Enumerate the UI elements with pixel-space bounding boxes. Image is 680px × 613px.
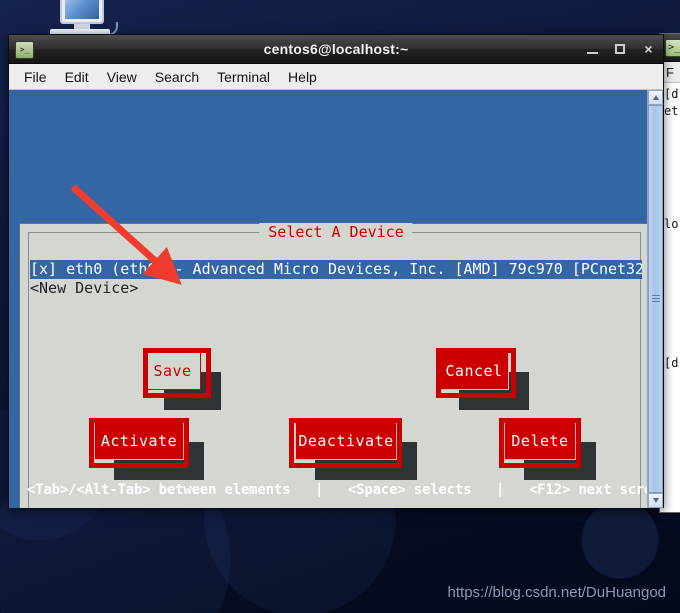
device-list-item-eth0[interactable]: [x] eth0 (eth0) - Advanced Micro Devices… <box>30 260 642 279</box>
bg-line: lo <box>664 217 679 231</box>
scroll-down-arrow-icon[interactable] <box>648 493 663 508</box>
bg-line: [d <box>664 87 679 101</box>
menu-view[interactable]: View <box>98 67 146 87</box>
scrollbar-grip-icon <box>652 295 660 303</box>
deactivate-button[interactable]: Deactivate <box>295 422 397 460</box>
scroll-up-arrow-icon[interactable] <box>648 90 663 105</box>
monitor-screen <box>65 0 99 19</box>
scrollbar-thumb[interactable] <box>648 105 663 493</box>
delete-button[interactable]: Delete <box>504 422 576 460</box>
desktop-background: >_ F [d etlo[d centos6@localhost:~ × Fil… <box>0 0 680 613</box>
monitor-body <box>60 0 104 24</box>
bg-line: [d <box>664 356 679 370</box>
terminal-icon: >_ <box>665 39 680 57</box>
activate-button[interactable]: Activate <box>94 422 184 460</box>
device-list[interactable]: [x] eth0 (eth0) - Advanced Micro Devices… <box>30 260 642 298</box>
watermark-text: https://blog.csdn.net/DuHuangod <box>447 584 666 601</box>
window-title: centos6@localhost:~ <box>263 41 409 57</box>
save-button[interactable]: Save <box>144 352 201 390</box>
device-list-item-new-device[interactable]: <New Device> <box>30 279 642 298</box>
close-button[interactable]: × <box>642 42 655 56</box>
menu-search[interactable]: Search <box>146 67 208 87</box>
menu-edit[interactable]: Edit <box>56 67 98 87</box>
menu-terminal[interactable]: Terminal <box>208 67 279 87</box>
menu-help[interactable]: Help <box>279 67 326 87</box>
terminal-window[interactable]: centos6@localhost:~ × File Edit View Sea… <box>8 34 664 508</box>
terminal-scrollbar[interactable] <box>647 90 663 508</box>
minimize-button[interactable] <box>586 43 599 56</box>
status-bar-hints: <Tab>/<Alt-Tab> between elements | <Spac… <box>27 482 663 498</box>
menubar[interactable]: File Edit View Search Terminal Help <box>9 64 663 90</box>
bg-line: et <box>664 104 679 118</box>
cancel-button[interactable]: Cancel <box>439 352 509 390</box>
maximize-button[interactable] <box>614 43 627 56</box>
terminal-canvas[interactable]: Select A Device [x] eth0 (eth0) - Advanc… <box>9 90 663 508</box>
window-controls[interactable]: × <box>586 35 655 63</box>
menu-file[interactable]: File <box>15 67 56 87</box>
terminal-icon <box>15 41 34 59</box>
window-titlebar[interactable]: centos6@localhost:~ × <box>9 35 663 64</box>
dialog-title: Select A Device <box>259 223 413 241</box>
